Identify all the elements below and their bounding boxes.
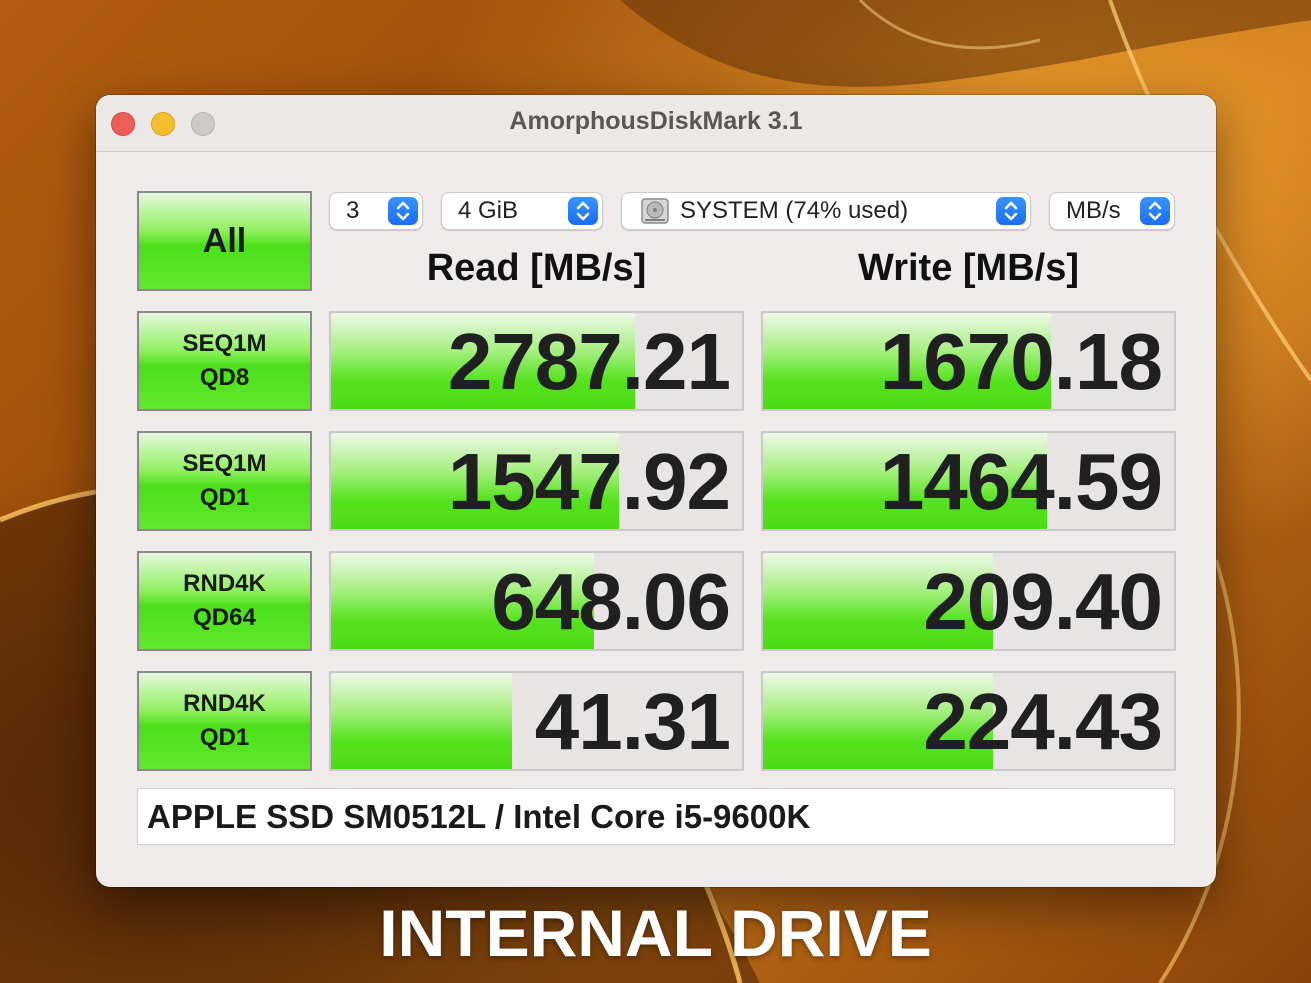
test-count-select[interactable]: 3 <box>329 192 423 230</box>
rnd4k-qd1-button[interactable]: RND4K QD1 <box>137 671 312 771</box>
result-bar <box>331 673 512 769</box>
seq1m-qd8-read-result: 2787.21 <box>329 311 744 411</box>
drive-select[interactable]: SYSTEM (74% used) <box>621 192 1031 230</box>
hard-drive-icon <box>640 197 670 225</box>
test-queue-depth: QD1 <box>199 724 250 751</box>
result-value: 1547.92 <box>447 437 731 526</box>
seq1m-qd8-button[interactable]: SEQ1M QD8 <box>137 311 312 411</box>
test-name: RND4K <box>183 690 266 717</box>
unit-select-value: MB/s <box>1066 197 1121 224</box>
test-count-value: 3 <box>346 197 360 224</box>
result-value: 1464.59 <box>879 437 1163 526</box>
read-column-header: Read [MB/s] <box>426 247 647 289</box>
rnd4k-qd1-read-result: 41.31 <box>329 671 744 771</box>
seq1m-qd1-write-result: 1464.59 <box>761 431 1176 531</box>
rnd4k-qd1-write-result: 224.43 <box>761 671 1176 771</box>
test-size-value: 4 GiB <box>458 197 519 224</box>
test-size-select[interactable]: 4 GiB <box>441 192 603 230</box>
up-down-chevron-icon <box>568 197 598 225</box>
up-down-chevron-icon <box>388 197 418 225</box>
test-name: RND4K <box>183 570 266 597</box>
drive-select-value: SYSTEM (74% used) <box>680 197 909 224</box>
test-name: SEQ1M <box>182 450 267 477</box>
test-queue-depth: QD1 <box>199 484 250 511</box>
rnd4k-qd64-read-result: 648.06 <box>329 551 744 651</box>
result-value: 2787.21 <box>447 317 731 406</box>
title-bar: AmorphousDiskMark 3.1 <box>96 95 1216 152</box>
seq1m-qd8-write-result: 1670.18 <box>761 311 1176 411</box>
app-window: AmorphousDiskMark 3.1 All 3 4 GiB SYSTEM… <box>96 95 1216 887</box>
rnd4k-qd64-button[interactable]: RND4K QD64 <box>137 551 312 651</box>
test-queue-depth: QD8 <box>199 364 250 391</box>
result-value: 1670.18 <box>879 317 1163 406</box>
seq1m-qd1-read-result: 1547.92 <box>329 431 744 531</box>
unit-select[interactable]: MB/s <box>1049 192 1175 230</box>
seq1m-qd1-button[interactable]: SEQ1M QD1 <box>137 431 312 531</box>
device-info-field[interactable]: APPLE SSD SM0512L / Intel Core i5-9600K <box>137 788 1175 845</box>
result-value: 224.43 <box>923 677 1163 766</box>
test-queue-depth: QD64 <box>193 604 256 631</box>
up-down-chevron-icon <box>996 197 1026 225</box>
rnd4k-qd64-write-result: 209.40 <box>761 551 1176 651</box>
up-down-chevron-icon <box>1140 197 1170 225</box>
result-value: 648.06 <box>491 557 731 646</box>
write-column-header: Write [MB/s] <box>858 247 1079 289</box>
run-all-button[interactable]: All <box>137 191 312 291</box>
test-name: SEQ1M <box>182 330 267 357</box>
window-title: AmorphousDiskMark 3.1 <box>509 107 803 135</box>
result-value: 41.31 <box>534 677 731 766</box>
caption-text: INTERNAL DRIVE <box>379 896 932 970</box>
result-value: 209.40 <box>923 557 1163 646</box>
